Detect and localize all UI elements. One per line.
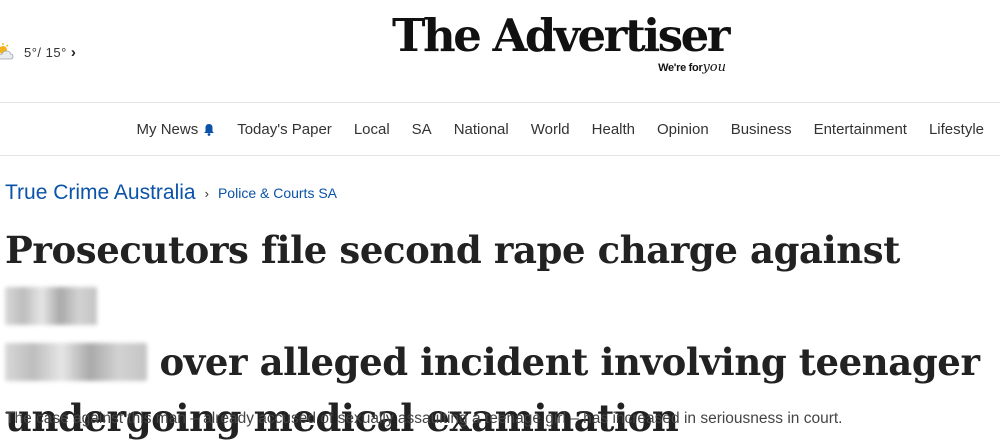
tagline-prefix: We're for xyxy=(658,62,703,74)
nav-item-my-news[interactable]: My News xyxy=(137,121,216,138)
breadcrumb-section-link[interactable]: True Crime Australia xyxy=(5,181,196,205)
nav-item-health[interactable]: Health xyxy=(592,121,635,138)
nav-item-todays-paper[interactable]: Today's Paper xyxy=(237,121,332,138)
nav-item-sa[interactable]: SA xyxy=(412,121,432,138)
breadcrumb-subsection-link[interactable]: Police & Courts SA xyxy=(218,185,337,201)
breadcrumb: True Crime Australia › Police & Courts S… xyxy=(5,178,337,208)
chevron-right-icon: › xyxy=(70,43,76,61)
nav-item-lifestyle[interactable]: Lifestyle xyxy=(929,121,984,138)
nav-item-national[interactable]: National xyxy=(454,121,509,138)
main-nav: My News Today's Paper Local SA National … xyxy=(0,103,1000,155)
weather-temperature: 5°/ 15° xyxy=(24,44,67,60)
nav-item-entertainment[interactable]: Entertainment xyxy=(814,121,907,138)
tagline-script: you xyxy=(702,60,726,75)
masthead-tagline: We're foryou xyxy=(658,60,726,75)
nav-divider xyxy=(0,155,1000,156)
bell-icon xyxy=(203,123,215,136)
article-standfirst: The case against this man – already accu… xyxy=(5,410,843,427)
nav-item-world[interactable]: World xyxy=(531,121,570,138)
site-header: 5°/ 15° › The Advertiser We're foryou xyxy=(0,0,1000,102)
nav-item-label: My News xyxy=(136,120,199,138)
nav-item-local[interactable]: Local xyxy=(354,121,390,138)
weather-widget[interactable]: 5°/ 15° › xyxy=(0,40,76,64)
masthead-logo[interactable]: The Advertiser We're foryou xyxy=(392,8,732,88)
nav-item-business[interactable]: Business xyxy=(731,121,792,138)
nav-list: My News Today's Paper Local SA National … xyxy=(137,103,984,155)
partly-cloudy-icon xyxy=(0,43,18,61)
redacted-name-block xyxy=(5,287,97,325)
redacted-name-block xyxy=(5,343,147,381)
masthead-title: The Advertiser xyxy=(392,9,730,62)
headline-part-1: Prosecutors file second rape charge agai… xyxy=(5,228,900,272)
nav-item-opinion[interactable]: Opinion xyxy=(657,121,709,138)
chevron-right-icon: › xyxy=(204,185,209,201)
